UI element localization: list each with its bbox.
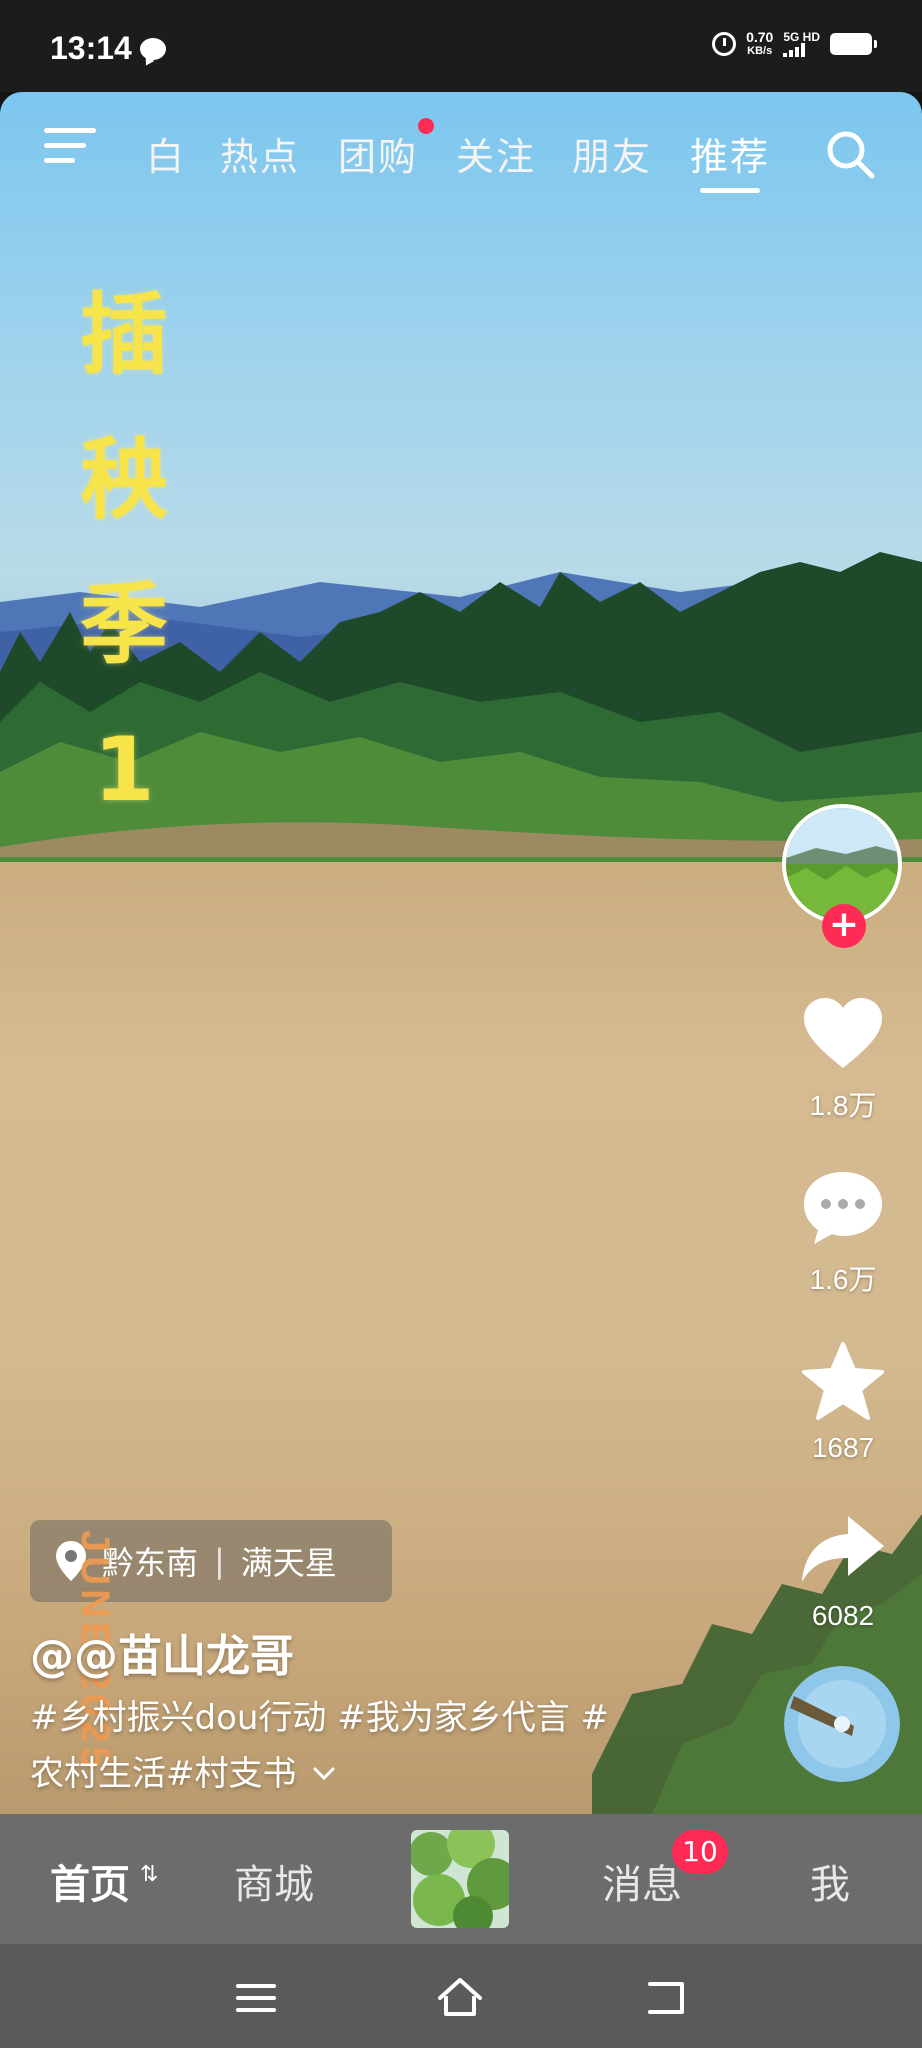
location-detail: 满天星 — [240, 1544, 337, 1582]
bottom-nav: 首页 ⇅ 商城 消息 10 我 — [0, 1814, 922, 1944]
refresh-switch-icon[interactable]: ⇅ — [140, 1862, 158, 1887]
recent-apps-icon[interactable] — [232, 1974, 280, 2022]
overlay-title: 插 秧 季 1 — [66, 262, 182, 842]
follow-button[interactable]: + — [822, 904, 866, 948]
comment-count: 1.6万 — [809, 1264, 877, 1295]
music-disc[interactable] — [784, 1666, 900, 1782]
description-line-2: 农村生活#村支书 — [30, 1746, 680, 1802]
top-nav: 白 热点 团购 关注 朋友 推荐 — [0, 118, 922, 193]
status-time: 13:14 — [50, 30, 132, 66]
tab-recommended[interactable]: 推荐 — [690, 126, 770, 181]
nav-mall[interactable]: 商城 — [234, 1852, 314, 1910]
overlay-title-number: 1 — [93, 718, 155, 821]
overlay-title-char: 秧 — [79, 428, 168, 531]
nav-me[interactable]: 我 — [810, 1852, 850, 1910]
comment-action[interactable]: 1.6万 — [776, 1164, 910, 1298]
search-icon[interactable] — [822, 126, 878, 182]
messages-badge: 10 — [672, 1830, 728, 1874]
home-icon[interactable] — [436, 1974, 484, 2022]
create-button[interactable] — [411, 1830, 509, 1928]
favorite-count: 1687 — [811, 1432, 875, 1463]
alarm-icon — [712, 32, 737, 56]
chat-icon — [140, 38, 166, 60]
network-label: 5G HD — [783, 30, 820, 44]
like-count: 1.8万 — [809, 1090, 877, 1121]
author-avatar[interactable]: + — [782, 804, 902, 948]
share-action[interactable]: 6082 — [776, 1506, 910, 1632]
share-icon[interactable] — [798, 1506, 888, 1596]
tab-friends[interactable]: 朋友 — [572, 126, 652, 181]
tab-hot[interactable]: 热点 — [220, 126, 300, 181]
star-icon[interactable] — [798, 1338, 888, 1428]
signal-icon — [783, 43, 806, 57]
like-action[interactable]: 1.8万 — [776, 990, 910, 1124]
tab-1[interactable]: 白 — [146, 126, 186, 181]
overlay-title-char: 季 — [79, 573, 168, 676]
description-line: #乡村振兴dou行动 #我为家乡代言 # — [30, 1698, 610, 1738]
comment-icon[interactable] — [798, 1164, 888, 1254]
status-indicators: 0.70 KB/s 5G HD — [712, 30, 877, 58]
share-count: 6082 — [811, 1600, 875, 1631]
favorite-action[interactable]: 1687 — [776, 1338, 910, 1464]
overlay-title-char: 插 — [79, 283, 168, 386]
net-speed: 0.70 KB/s — [746, 30, 773, 58]
net-speed-unit: KB/s — [747, 45, 773, 57]
active-tab-indicator — [700, 188, 760, 193]
video-description[interactable]: #乡村振兴dou行动 #我为家乡代言 # 农村生活#村支书 — [30, 1690, 680, 1802]
chevron-down-icon[interactable] — [313, 1767, 335, 1781]
menu-icon[interactable] — [44, 128, 96, 172]
tab-group-buy[interactable]: 团购 — [338, 126, 418, 181]
net-speed-value: 0.70 — [746, 29, 774, 45]
status-bar: 13:14 0.70 KB/s 5G HD — [0, 0, 922, 92]
tab-notification-dot — [418, 118, 434, 134]
nav-messages[interactable]: 消息 — [602, 1852, 682, 1910]
nav-home[interactable]: 首页 — [50, 1852, 130, 1910]
tab-following[interactable]: 关注 — [456, 126, 536, 181]
heart-icon[interactable] — [798, 990, 888, 1080]
location-separator: | — [214, 1542, 225, 1580]
system-nav-bar — [0, 1944, 922, 2048]
back-icon[interactable] — [642, 1974, 690, 2022]
battery-icon — [830, 33, 877, 55]
signal-group: 5G HD — [783, 31, 820, 57]
description-text: 农村生活#村支书 — [30, 1754, 297, 1794]
author-name[interactable]: @@苗山龙哥 — [30, 1620, 294, 1684]
